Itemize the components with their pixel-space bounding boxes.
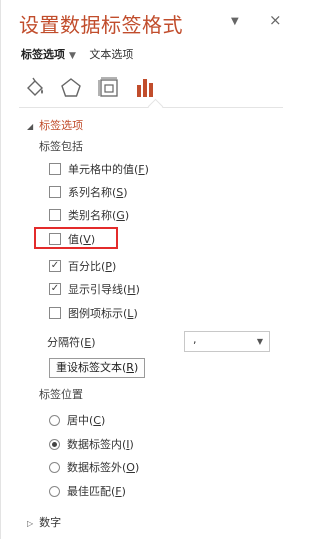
label-options-barchart-icon[interactable] <box>133 76 157 100</box>
collapse-triangle-icon: ◢ <box>27 122 34 131</box>
section-number[interactable]: ▷ 数字 <box>27 514 61 530</box>
tab-label-options[interactable]: 标签选项 ▼ <box>21 46 76 62</box>
section-label-options[interactable]: ◢ 标签选项 <box>27 117 83 133</box>
checkbox-category-name[interactable]: 类别名称(G) <box>49 207 129 223</box>
checkbox-series-name[interactable]: 系列名称(S) <box>49 184 128 200</box>
icon-bar-divider <box>19 107 283 108</box>
checkbox-show-leader-lines[interactable]: ✓ 显示引导线(H) <box>49 281 140 297</box>
radio-button-selected[interactable] <box>49 438 60 450</box>
checkbox-box[interactable] <box>49 163 61 175</box>
radio-button[interactable] <box>49 414 60 426</box>
radio-best-fit[interactable]: 最佳匹配(F) <box>49 483 126 499</box>
close-button[interactable]: × <box>269 11 282 29</box>
highlight-annotation-box <box>34 227 118 249</box>
expand-triangle-icon: ▷ <box>27 519 34 528</box>
checkbox-box[interactable] <box>49 186 61 198</box>
size-properties-icon[interactable] <box>97 76 121 100</box>
checkbox-box[interactable]: ✓ <box>49 260 61 272</box>
task-pane-options-button[interactable]: ▼ <box>231 16 239 27</box>
checkbox-box[interactable] <box>49 307 61 319</box>
chevron-down-icon: ▼ <box>256 337 263 346</box>
chevron-down-icon[interactable]: ▼ <box>69 51 76 61</box>
format-data-labels-pane: 设置数据标签格式 ▼ × 标签选项 ▼ 文本选项 ◢ 标签选项 标签包括 单元格… <box>0 0 300 539</box>
effects-pentagon-icon[interactable] <box>59 76 83 100</box>
checkbox-cell-value[interactable]: 单元格中的值(F) <box>49 161 149 177</box>
radio-button[interactable] <box>49 485 60 497</box>
radio-outside-end[interactable]: 数据标签外(O) <box>49 459 139 475</box>
label-position-heading: 标签位置 <box>39 388 83 401</box>
separator-value: , <box>193 333 197 346</box>
options-tabs: 标签选项 ▼ 文本选项 <box>21 46 143 62</box>
checkbox-legend-key[interactable]: 图例项标示(L) <box>49 305 138 321</box>
checkbox-box[interactable] <box>49 209 61 221</box>
pane-title: 设置数据标签格式 <box>19 13 183 37</box>
checkbox-box[interactable]: ✓ <box>49 283 61 295</box>
tab-text-options[interactable]: 文本选项 <box>89 46 133 62</box>
fill-line-icon[interactable] <box>23 76 47 100</box>
radio-center[interactable]: 居中(C) <box>49 412 105 428</box>
separator-label: 分隔符(E) <box>47 336 96 349</box>
radio-button[interactable] <box>49 461 60 473</box>
checkbox-percentage[interactable]: ✓ 百分比(P) <box>49 258 116 274</box>
separator-select[interactable]: , ▼ <box>184 331 270 352</box>
label-contains-heading: 标签包括 <box>39 140 83 153</box>
radio-inside-end[interactable]: 数据标签内(I) <box>49 436 134 452</box>
reset-label-text-button[interactable]: 重设标签文本(R) <box>49 358 146 378</box>
